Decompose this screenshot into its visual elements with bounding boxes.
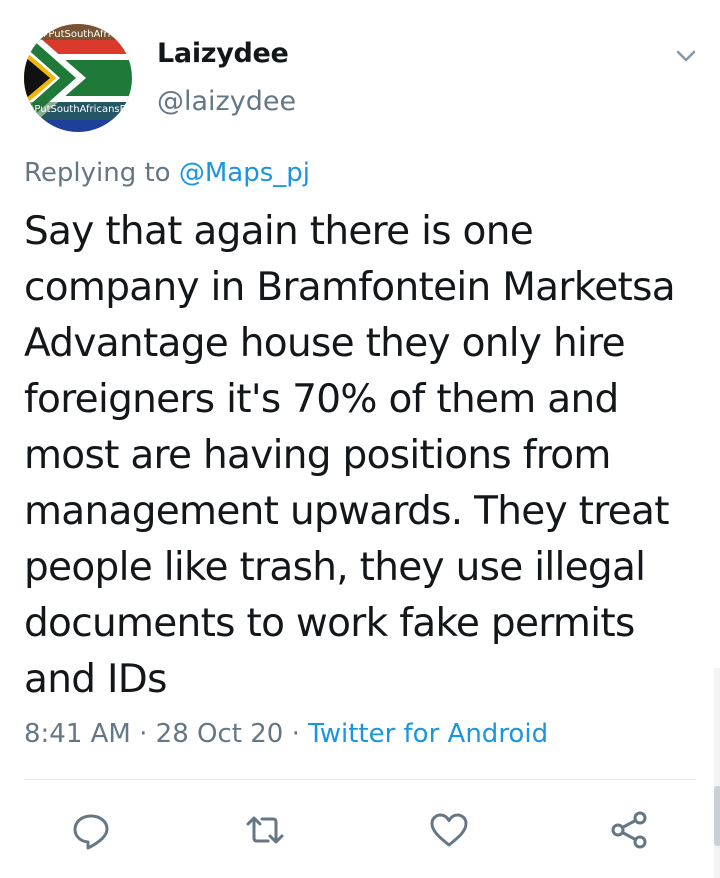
tweet-source-link[interactable]: Twitter for Android bbox=[308, 719, 548, 749]
user-handle[interactable]: @laizydee bbox=[157, 86, 296, 117]
reply-icon bbox=[73, 814, 109, 850]
meta-separator: · bbox=[283, 719, 309, 749]
like-icon bbox=[430, 813, 468, 847]
like-button[interactable] bbox=[427, 808, 471, 852]
scroll-edge bbox=[714, 668, 720, 878]
retweet-icon bbox=[246, 816, 284, 844]
tweet-time: 8:41 AM bbox=[24, 719, 131, 749]
replying-to-line: Replying to @Maps_pj bbox=[24, 158, 310, 188]
reply-button[interactable] bbox=[69, 808, 113, 852]
tweet-date: 28 Oct 20 bbox=[155, 719, 284, 749]
scroll-knob[interactable] bbox=[714, 786, 720, 846]
svg-text:#PutSouthAfricansFi: #PutSouthAfricansFi bbox=[40, 29, 132, 40]
display-name[interactable]: Laizydee bbox=[157, 38, 289, 69]
avatar[interactable]: #PutSouthAfricansFi #PutSouthAfricansFir… bbox=[24, 24, 132, 132]
replying-to-label: Replying to bbox=[24, 158, 179, 188]
more-options-chevron-down-icon[interactable] bbox=[671, 44, 701, 68]
tweet-text: Say that again there is one company in B… bbox=[24, 209, 676, 702]
share-button[interactable] bbox=[607, 808, 651, 852]
action-bar-divider bbox=[24, 779, 696, 780]
svg-text:#PutSouthAfricansFirs: #PutSouthAfricansFirs bbox=[26, 104, 132, 115]
share-icon bbox=[611, 811, 647, 849]
tweet-metadata: 8:41 AM · 28 Oct 20 · Twitter for Androi… bbox=[24, 719, 548, 749]
meta-separator: · bbox=[130, 719, 156, 749]
reply-mention-link[interactable]: @Maps_pj bbox=[179, 158, 310, 188]
south-africa-flag-avatar-image: #PutSouthAfricansFi #PutSouthAfricansFir… bbox=[24, 24, 132, 132]
retweet-button[interactable] bbox=[243, 808, 287, 852]
tweet-detail: #PutSouthAfricansFi #PutSouthAfricansFir… bbox=[0, 0, 720, 878]
